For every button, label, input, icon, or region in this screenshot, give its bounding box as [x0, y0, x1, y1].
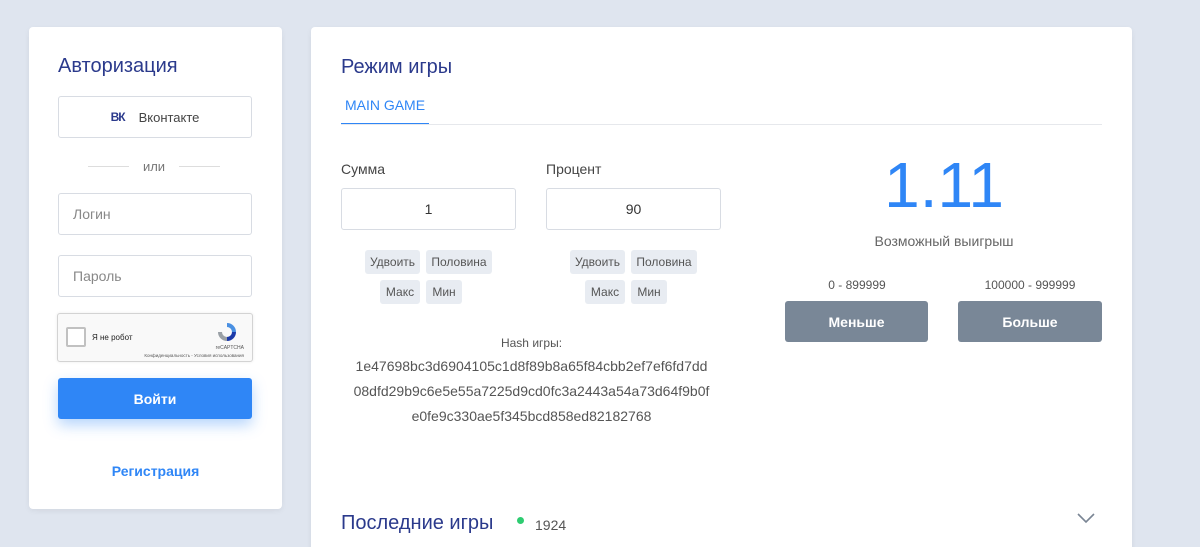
sum-double-button[interactable]: Удвоить — [365, 250, 420, 274]
auth-title: Авторизация — [58, 55, 178, 77]
hash-line: e0fe9c330ae5f345bcd858ed82182768 — [411, 408, 652, 424]
game-mode-title: Режим игры — [341, 56, 453, 78]
divider-line-left — [88, 166, 129, 167]
possible-win-label: Возможный выигрыш — [874, 233, 1014, 249]
percent-input[interactable] — [546, 188, 721, 230]
more-range: 100000 - 999999 — [984, 278, 1076, 292]
online-status-dot — [517, 517, 524, 524]
chevron-down-icon[interactable] — [1077, 512, 1095, 524]
percent-half-button[interactable]: Половина — [631, 250, 697, 274]
vk-login-label: Вконтакте — [138, 109, 200, 125]
recaptcha-checkbox[interactable] — [66, 327, 86, 347]
sum-min-button[interactable]: Мин — [426, 280, 462, 304]
sum-input[interactable] — [341, 188, 516, 230]
percent-max-button[interactable]: Макс — [585, 280, 625, 304]
register-link[interactable]: Регистрация — [29, 463, 282, 479]
tab-main-game[interactable]: MAIN GAME — [341, 97, 429, 125]
recaptcha-links[interactable]: Конфиденциальность - Условия использован… — [144, 353, 244, 358]
hash-line: 1e47698bc3d6904105c1d8f89b8a65f84cbb2ef7… — [355, 358, 708, 374]
login-input[interactable] — [58, 193, 252, 235]
vk-icon: ВК — [110, 110, 126, 124]
or-text: или — [142, 159, 166, 174]
recaptcha-widget: Я не робот reCAPTCHA Конфиденциальность … — [57, 313, 253, 362]
percent-label: Процент — [546, 161, 602, 177]
recaptcha-label: Я не робот — [92, 333, 133, 342]
vk-login-button[interactable]: ВК Вконтакте — [58, 96, 252, 138]
sum-half-button[interactable]: Половина — [426, 250, 492, 274]
tabs-divider — [341, 124, 1102, 125]
less-button[interactable]: Меньше — [785, 301, 928, 342]
sum-label: Сумма — [341, 161, 385, 177]
divider-line-right — [179, 166, 221, 167]
online-count: 1924 — [535, 517, 567, 533]
login-button[interactable]: Войти — [58, 378, 252, 419]
recaptcha-brand: reCAPTCHA — [215, 345, 244, 351]
less-range: 0 - 899999 — [828, 278, 886, 292]
more-button[interactable]: Больше — [958, 301, 1102, 342]
password-input[interactable] — [58, 255, 252, 297]
sum-max-button[interactable]: Макс — [380, 280, 420, 304]
possible-win-value: 1.11 — [884, 149, 1004, 221]
percent-min-button[interactable]: Мин — [631, 280, 667, 304]
last-games-title: Последние игры — [341, 512, 494, 534]
percent-double-button[interactable]: Удвоить — [570, 250, 625, 274]
or-divider: или — [88, 159, 221, 174]
recaptcha-logo-icon — [218, 323, 236, 341]
hash-line: 08dfd29b9c6e5e55a7225d9cd0fc3a2443a54a73… — [353, 383, 710, 399]
hash-label: Hash игры: — [500, 336, 563, 350]
